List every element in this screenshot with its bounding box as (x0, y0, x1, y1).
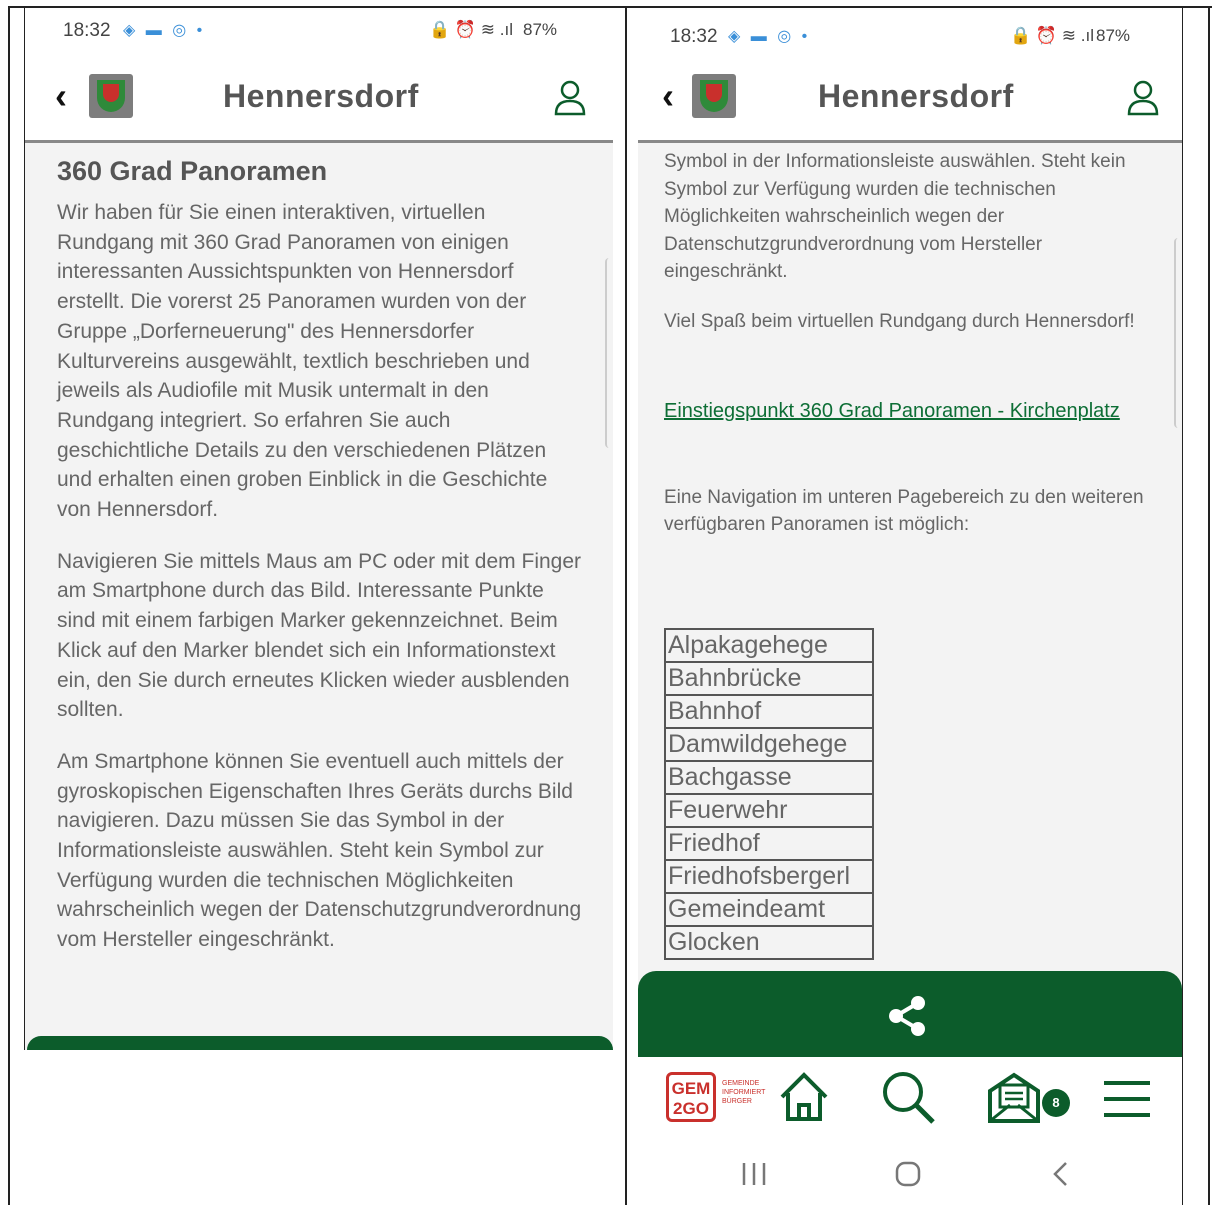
article-paragraph: Am Smartphone können Sie eventuell auch … (57, 749, 582, 952)
share-bar (638, 971, 1182, 1057)
share-bar-edge (27, 1036, 613, 1050)
panorama-item[interactable]: Friedhof (664, 826, 874, 861)
message-count-badge: 8 (1042, 1089, 1070, 1117)
status-system-icons: 🔒 ⏰ ≋ .ıl (1010, 26, 1094, 45)
article-heading: 360 Grad Panoramen (57, 156, 328, 186)
panorama-item[interactable]: Damwildgehege (664, 727, 874, 762)
menu-icon[interactable] (1102, 1067, 1152, 1127)
panorama-item[interactable]: Bahnhof (664, 694, 874, 729)
left-phone-screenshot: 18:32 ◈ ▬ ◎ • 🔒 ⏰ ≋ .ıl 87% ‹ Hennersdor… (25, 8, 613, 1050)
table-row: Friedhofsbergerl (664, 859, 874, 894)
status-system-icons: 🔒 ⏰ ≋ .ıl (429, 20, 513, 39)
table-row: Bahnhof (664, 694, 874, 729)
recent-apps-icon[interactable] (740, 1159, 768, 1189)
bottom-navigation: GEM 2GO GEMEINDE INFORMIERT BÜRGER 8 (638, 1057, 1182, 1139)
panorama-item[interactable]: Feuerwehr (664, 793, 874, 828)
panorama-item[interactable]: Bachgasse (664, 760, 874, 795)
table-border-left (8, 6, 10, 1205)
article-paragraph: Navigieren Sie mittels Maus am PC oder m… (57, 549, 582, 722)
page-title: Hennersdorf (223, 78, 419, 114)
article-paragraph: Symbol in der Informationsleiste auswähl… (664, 151, 1126, 282)
status-time: 18:32 (63, 20, 111, 41)
home-icon[interactable] (776, 1067, 832, 1127)
table-border-middle (625, 6, 627, 1205)
user-profile-icon[interactable] (553, 78, 587, 118)
table-row: Bachgasse (664, 760, 874, 795)
notification-icons: ◈ ▬ ◎ • (728, 28, 811, 45)
table-row: Bahnbrücke (664, 661, 874, 696)
scrollbar[interactable] (605, 258, 613, 448)
panorama-item[interactable]: Gemeindeamt (664, 892, 874, 927)
table-border-right (1208, 6, 1210, 1205)
share-icon[interactable] (886, 994, 930, 1038)
gem2go-tagline: GEMEINDE INFORMIERT BÜRGER (722, 1080, 766, 1105)
home-button-icon[interactable] (893, 1159, 923, 1189)
system-back-icon[interactable] (1048, 1159, 1072, 1189)
article-content: Symbol in der Informationsleiste auswähl… (664, 148, 1152, 561)
municipality-crest-icon[interactable] (89, 74, 133, 118)
back-arrow-icon[interactable]: ‹ (662, 76, 686, 116)
table-row: Glocken (664, 925, 874, 960)
notification-icons: ◈ ▬ ◎ • (123, 22, 206, 39)
app-header: ‹ Hennersdorf (25, 56, 613, 143)
system-navigation-bar (638, 1139, 1182, 1205)
status-bar: 18:32 ◈ ▬ ◎ • 🔒 ⏰ ≋ .ıl 87% (638, 8, 1182, 56)
panorama-entry-link[interactable]: Einstiegspunkt 360 Grad Panoramen - Kirc… (664, 400, 1120, 422)
article-content: 360 Grad Panoramen Wir haben für Sie ein… (57, 154, 585, 977)
table-row: Damwildgehege (664, 727, 874, 762)
panorama-item[interactable]: Alpakagehege (664, 628, 874, 663)
battery-level: 87% (523, 20, 558, 39)
panorama-item[interactable]: Bahnbrücke (664, 661, 874, 696)
search-icon[interactable] (878, 1067, 938, 1127)
article-paragraph: Wir haben für Sie einen interaktiven, vi… (57, 201, 548, 522)
status-bar: 18:32 ◈ ▬ ◎ • 🔒 ⏰ ≋ .ıl 87% (25, 8, 613, 56)
app-header: ‹ Hennersdorf (638, 56, 1182, 143)
status-time: 18:32 (670, 26, 718, 47)
table-row: Gemeindeamt (664, 892, 874, 927)
municipality-crest-icon[interactable] (692, 74, 736, 118)
article-paragraph: Viel Spaß beim virtuellen Rundgang durch… (664, 310, 1135, 332)
page-title: Hennersdorf (818, 78, 1014, 114)
panorama-list: Alpakagehege Bahnbrücke Bahnhof Damwildg… (664, 628, 874, 960)
panorama-item[interactable]: Glocken (664, 925, 874, 960)
user-profile-icon[interactable] (1126, 78, 1160, 118)
messages-icon[interactable] (984, 1067, 1044, 1127)
table-row: Friedhof (664, 826, 874, 861)
right-phone-screenshot: 18:32 ◈ ▬ ◎ • 🔒 ⏰ ≋ .ıl 87% ‹ Hennersdor… (638, 8, 1182, 1205)
table-row: Alpakagehege (664, 628, 874, 663)
navigation-intro: Eine Navigation im unteren Pagebereich z… (664, 486, 1144, 536)
table-row: Feuerwehr (664, 793, 874, 828)
gem2go-logo[interactable]: GEM 2GO (666, 1072, 716, 1122)
battery-level: 87% (1096, 26, 1131, 45)
back-arrow-icon[interactable]: ‹ (55, 76, 79, 116)
panorama-item[interactable]: Friedhofsbergerl (664, 859, 874, 894)
scrollbar[interactable] (1174, 238, 1182, 428)
